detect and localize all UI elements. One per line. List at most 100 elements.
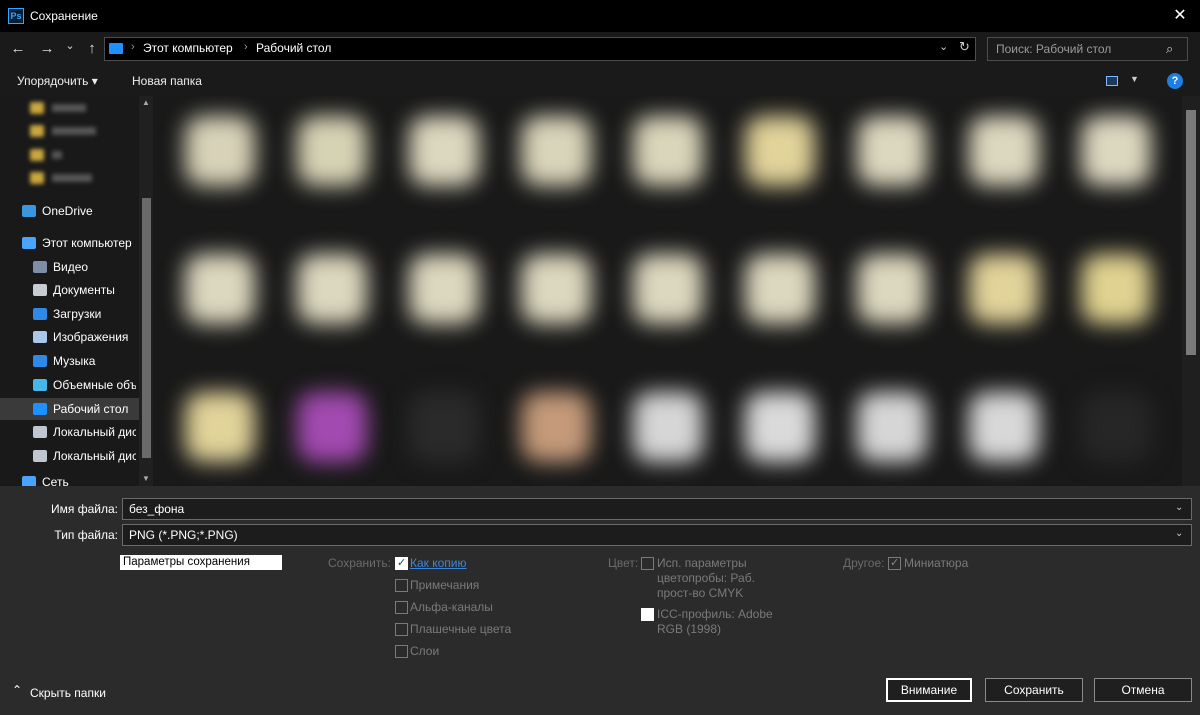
sidebar-item[interactable]: Изображения (0, 326, 152, 348)
nav-scrollbar[interactable]: ▲ ▼ (139, 96, 153, 486)
blurred-file-thumbnail[interactable] (185, 254, 255, 324)
icc-profile-label-1: ICC-профиль: Adobe (657, 607, 773, 621)
blurred-file-thumbnail[interactable] (745, 392, 815, 462)
sidebar-item[interactable]: OneDrive (0, 200, 152, 222)
recent-locations-icon[interactable]: ⌄ (63, 29, 77, 63)
filename-field[interactable]: без_фона ⌄ (122, 498, 1192, 520)
view-mode-icon[interactable] (1106, 76, 1118, 86)
sidebar-item[interactable]: Музыка (0, 350, 152, 372)
refresh-icon[interactable]: ↻ (959, 39, 970, 55)
blurred-file-thumbnail[interactable] (185, 392, 255, 462)
save-option-checkbox[interactable] (395, 645, 408, 658)
blurred-file-thumbnail[interactable] (969, 116, 1039, 186)
sidebar-item[interactable]: Объемные объ (0, 374, 152, 396)
blurred-file-thumbnail[interactable] (297, 254, 367, 324)
sidebar-item[interactable]: Рабочий стол (0, 398, 152, 420)
blurred-file-thumbnail[interactable] (857, 392, 927, 462)
scroll-up-icon[interactable]: ▲ (142, 98, 150, 107)
blurred-file-thumbnail[interactable] (633, 392, 703, 462)
save-option-checkbox[interactable] (395, 601, 408, 614)
address-bar[interactable]: › Этот компьютер › Рабочий стол ⌄ ↻ (104, 37, 976, 61)
save-button[interactable]: Сохранить (985, 678, 1083, 702)
blurred-file-thumbnail[interactable] (857, 254, 927, 324)
blurred-file-thumbnail[interactable] (1081, 254, 1151, 324)
filename-value[interactable]: без_фона (129, 502, 184, 516)
chevron-down-icon[interactable]: ⌄ (1175, 502, 1183, 513)
icc-profile-label-2: RGB (1998) (657, 622, 722, 636)
save-option-label: Как копию (410, 556, 467, 570)
blurred-file-thumbnail[interactable] (297, 116, 367, 186)
save-option-checkbox[interactable] (395, 623, 408, 636)
forward-arrow-icon[interactable]: → (37, 32, 57, 66)
blurred-file-thumbnail[interactable] (1081, 116, 1151, 186)
save-option-checkbox[interactable] (395, 579, 408, 592)
filetype-value[interactable]: PNG (*.PNG;*.PNG) (129, 528, 238, 542)
blurred-file-thumbnail[interactable] (409, 254, 479, 324)
breadcrumb-desktop[interactable]: Рабочий стол (256, 41, 331, 55)
sidebar-item[interactable]: Этот компьютер (0, 232, 152, 254)
blurred-file-thumbnail[interactable] (857, 116, 927, 186)
sidebar-item[interactable]: Загрузки (0, 303, 152, 325)
search-input[interactable]: Поиск: Рабочий стол (996, 42, 1111, 56)
sidebar-item[interactable]: Документы (0, 279, 152, 301)
blurred-file-thumbnail[interactable] (969, 392, 1039, 462)
scroll-down-icon[interactable]: ▼ (142, 474, 150, 483)
blurred-file-thumbnail[interactable] (409, 116, 479, 186)
proof-setup-checkbox[interactable] (641, 557, 654, 570)
blurred-file-thumbnail[interactable] (1081, 392, 1151, 462)
computer-icon (109, 43, 123, 54)
breadcrumb-this-pc[interactable]: Этот компьютер (143, 41, 233, 55)
breadcrumb-separator: › (244, 41, 248, 53)
thumbnail-checkbox[interactable]: ✓ (888, 557, 901, 570)
file-scrollbar[interactable] (1182, 96, 1200, 486)
up-arrow-icon[interactable]: ↑ (82, 32, 102, 66)
title-bar: Ps Сохранение ✕ (0, 0, 1200, 32)
blurred-file-thumbnail[interactable] (521, 116, 591, 186)
sidebar-item[interactable]: Видео (0, 256, 152, 278)
new-folder-button[interactable]: Новая папка (132, 74, 202, 88)
blurred-file-thumbnail[interactable] (521, 254, 591, 324)
blurred-file-thumbnail[interactable] (745, 116, 815, 186)
sidebar-item[interactable]: Сеть (0, 471, 152, 486)
blurred-file-thumbnail[interactable] (409, 392, 479, 462)
chevron-down-icon[interactable]: ⌄ (939, 40, 948, 53)
back-arrow-icon[interactable]: ← (8, 32, 28, 66)
save-option-checkbox[interactable]: ✓ (395, 557, 408, 570)
blurred-file-thumbnail[interactable] (745, 254, 815, 324)
hide-folders-button[interactable]: Скрыть папки (30, 686, 106, 700)
save-option-label: Слои (410, 644, 440, 658)
search-box[interactable]: Поиск: Рабочий стол ⌕ (987, 37, 1188, 61)
navigation-pane[interactable]: OneDrive Этот компьютер Видео Документы Загр… (0, 96, 155, 486)
sidebar-item-label: Рабочий стол (53, 402, 129, 416)
blurred-file-thumbnail[interactable] (521, 392, 591, 462)
cloud-icon (22, 205, 36, 217)
help-icon[interactable]: ? (1167, 73, 1183, 89)
chevron-down-icon[interactable]: ⌄ (1175, 528, 1183, 539)
save-option-label: Примечания (410, 578, 480, 592)
cancel-button[interactable]: Отмена (1094, 678, 1192, 702)
sidebar-item[interactable]: Локальный дис (0, 445, 152, 467)
chevron-up-icon[interactable]: ⌃ (12, 683, 22, 697)
search-icon[interactable]: ⌕ (1166, 41, 1173, 57)
blurred-label (52, 127, 96, 135)
blurred-file-thumbnail[interactable] (185, 116, 255, 186)
chevron-down-icon[interactable]: ▼ (1130, 74, 1139, 84)
blurred-file-thumbnail[interactable] (633, 116, 703, 186)
sidebar-item[interactable]: Локальный дис (0, 421, 152, 443)
document-icon (33, 284, 47, 296)
filetype-select[interactable]: PNG (*.PNG;*.PNG) ⌄ (122, 524, 1192, 546)
folder-icon (30, 102, 44, 114)
blurred-file-thumbnail[interactable] (969, 254, 1039, 324)
nav-scroll-thumb[interactable] (142, 198, 151, 458)
file-scroll-thumb[interactable] (1186, 110, 1196, 355)
other-group-label: Другое: (843, 556, 885, 570)
warning-button[interactable]: Внимание (886, 678, 972, 702)
icc-profile-checkbox[interactable] (641, 608, 654, 621)
close-icon[interactable]: ✕ (1160, 0, 1200, 32)
organize-button[interactable]: Упорядочить ▾ (17, 74, 98, 88)
blurred-file-thumbnail[interactable] (633, 254, 703, 324)
blurred-file-thumbnail[interactable] (297, 392, 367, 462)
file-list-area[interactable] (155, 96, 1182, 486)
save-options-box: Параметры сохранения (120, 555, 282, 570)
proof-setup-label-3: прост-во CMYK (657, 586, 744, 600)
